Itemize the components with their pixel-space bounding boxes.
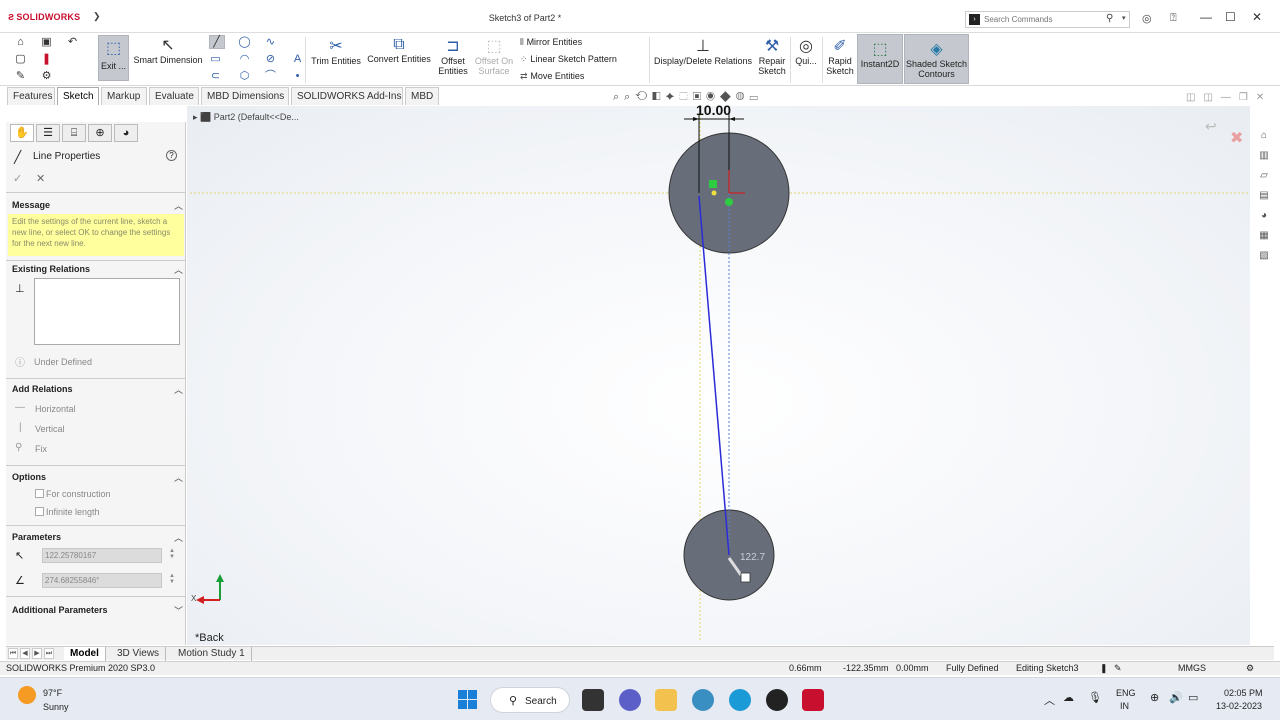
endpoint-marker: [711, 190, 717, 196]
language-region[interactable]: IN: [1120, 701, 1129, 711]
line-length-readout: 122.7: [740, 552, 766, 563]
microphone-icon[interactable]: 🎙: [1088, 691, 1102, 704]
restore-icon[interactable]: ❐: [1239, 92, 1256, 103]
task-pane: ⌂ ▥ ▱ ▤ ◕ ▦ ▧: [1254, 125, 1274, 265]
minimize-icon[interactable]: —: [1221, 92, 1239, 103]
design-library-icon[interactable]: ▥: [1257, 149, 1271, 163]
weather-condition[interactable]: Sunny: [43, 702, 69, 712]
relation-marker: [709, 180, 717, 188]
last-tab-icon[interactable]: ⏭: [44, 648, 54, 659]
search-icon: ⚲: [509, 695, 518, 707]
triad-x-arrow: [196, 596, 204, 604]
first-tab-icon[interactable]: ⏮: [8, 648, 18, 659]
tab-model[interactable]: Model: [64, 647, 106, 661]
task-view-icon[interactable]: [582, 689, 604, 711]
sketch-status-icon[interactable]: ✎: [1114, 663, 1122, 674]
definition-status: Fully Defined: [946, 663, 999, 673]
units-selector[interactable]: MMGS: [1178, 663, 1206, 673]
next-tab-icon[interactable]: ▶: [32, 648, 42, 659]
view-orientation-label: *Back: [195, 632, 224, 644]
sketch-canvas: [190, 110, 1250, 640]
onedrive-icon[interactable]: ☁: [1063, 691, 1074, 704]
solidworks-taskbar-icon[interactable]: [802, 689, 824, 711]
view-palette-icon[interactable]: ▤: [1257, 189, 1271, 203]
coincident-marker: [725, 198, 733, 206]
custom-properties-icon[interactable]: ▦: [1257, 229, 1271, 243]
windows-start-icon[interactable]: [458, 690, 477, 709]
cursor-z: 0.00mm: [896, 663, 929, 673]
cursor-x: 0.66mm: [789, 663, 822, 673]
appearances-icon[interactable]: ◕: [1257, 209, 1271, 223]
tab-3d-views[interactable]: 3D Views: [111, 647, 167, 661]
teams-chat-icon[interactable]: [619, 689, 641, 711]
file-explorer-icon[interactable]: ▱: [1257, 169, 1271, 183]
bottom-tab-bar: ⏮ ◀ ▶ ⏭ Model 3D Views Motion Study 1: [6, 646, 1274, 661]
language-code[interactable]: ENG: [1116, 688, 1136, 698]
triad-y-arrow: [216, 574, 224, 582]
network-icon[interactable]: ⊕: [1150, 691, 1159, 704]
obs-icon[interactable]: [766, 689, 788, 711]
windows-taskbar: 97°F Sunny ⚲ Search ︿ ☁ 🎙 ENG IN ⊕ 🔊 ▭ 0…: [0, 677, 1280, 720]
version-label: SOLIDWORKS Premium 2020 SP3.0: [6, 663, 156, 673]
file-explorer-icon[interactable]: [655, 689, 677, 711]
solidworks-forum-icon[interactable]: ▧: [1257, 249, 1271, 263]
editing-status: Editing Sketch3: [1016, 663, 1079, 673]
edge-browser-icon[interactable]: [729, 689, 751, 711]
app-icon[interactable]: [692, 689, 714, 711]
status-bar: SOLIDWORKS Premium 2020 SP3.0 0.66mm -12…: [0, 661, 1280, 675]
dimension-value[interactable]: 10.00: [696, 102, 731, 118]
triad-x-label: X: [191, 594, 197, 603]
taskbar-search-button[interactable]: ⚲ Search: [490, 687, 570, 713]
viewport-controls: ◫◫—❐✕: [1186, 92, 1272, 103]
temperature[interactable]: 97°F: [43, 688, 62, 698]
tab-motion-study[interactable]: Motion Study 1: [172, 647, 252, 661]
tile-icon[interactable]: ◫: [1186, 92, 1203, 103]
volume-icon[interactable]: 🔊: [1169, 691, 1183, 704]
clock-date[interactable]: 13-02-2023: [1216, 701, 1262, 711]
customize-status-icon[interactable]: ⚙: [1246, 663, 1254, 674]
cursor-y: -122.35mm: [843, 663, 889, 673]
tile-icon[interactable]: ◫: [1203, 92, 1220, 103]
clock-time[interactable]: 02:05 PM: [1224, 688, 1263, 698]
weather-sun-icon[interactable]: [18, 686, 36, 704]
prev-tab-icon[interactable]: ◀: [20, 648, 30, 659]
solidworks-resources-icon[interactable]: ⌂: [1257, 129, 1271, 143]
confirmation-corner-exit-icon[interactable]: ↩: [1205, 118, 1217, 135]
close-icon[interactable]: ✕: [1256, 92, 1272, 103]
cursor-badge: [740, 572, 751, 583]
show-hidden-icons-icon[interactable]: ︿: [1044, 692, 1055, 708]
confirmation-corner-cancel-icon[interactable]: ✖: [1230, 128, 1243, 148]
battery-icon[interactable]: ▭: [1188, 691, 1198, 704]
rebuild-status-icon[interactable]: ❚: [1100, 663, 1108, 674]
